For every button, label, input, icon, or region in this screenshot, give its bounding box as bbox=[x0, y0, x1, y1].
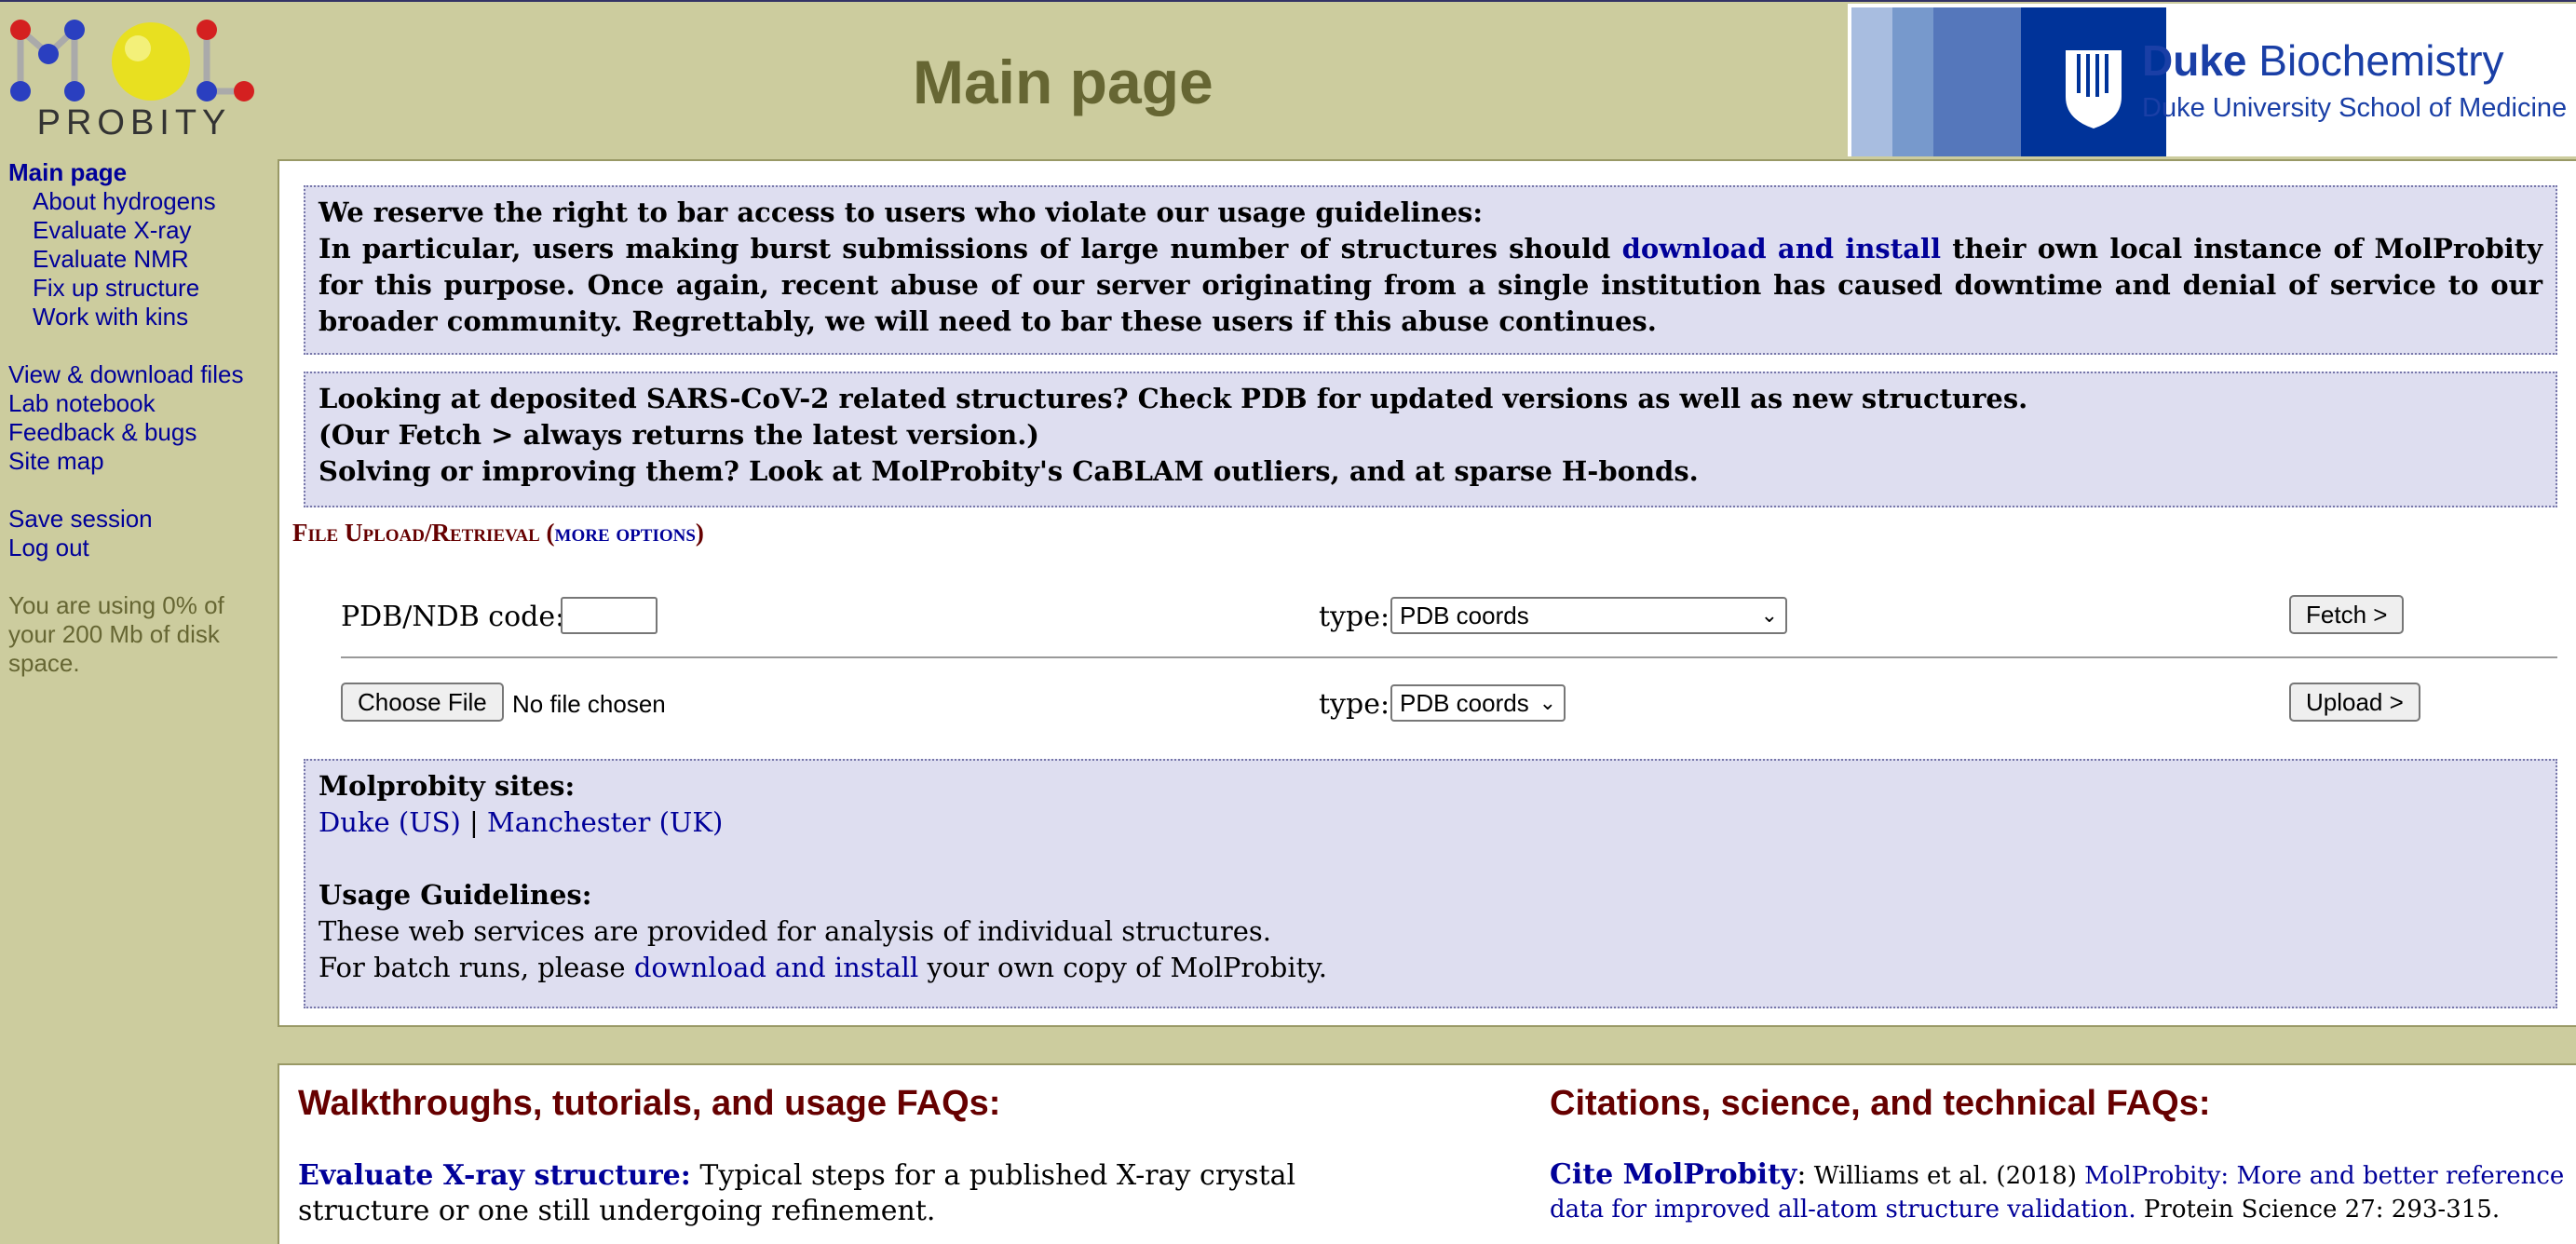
sars-line-2: (Our Fetch > always returns the latest v… bbox=[319, 419, 1040, 451]
page-title: Main page bbox=[913, 47, 1213, 116]
sidebar-item-save-session[interactable]: Save session bbox=[8, 505, 274, 534]
guidelines-text-post: your own copy of MolProbity. bbox=[927, 952, 1327, 983]
warning-download-install-link[interactable]: download and install bbox=[1622, 233, 1941, 264]
molprobity-logo: PROBITY bbox=[6, 9, 263, 142]
chevron-down-icon: ⌄ bbox=[1539, 691, 1556, 714]
form-divider bbox=[341, 656, 2557, 658]
upload-type-value: PDB coords bbox=[1400, 689, 1529, 717]
guidelines-text-pre: For batch runs, please bbox=[319, 952, 626, 983]
sidebar-item-feedback-bugs[interactable]: Feedback & bugs bbox=[8, 418, 274, 447]
warning-text-pre: In particular, users making burst submis… bbox=[319, 233, 1611, 264]
chevron-down-icon: ⌄ bbox=[1760, 603, 1778, 627]
duke-biochemistry-banner[interactable]: Duke Biochemistry Duke University School… bbox=[1848, 4, 2576, 156]
svg-text:PROBITY: PROBITY bbox=[37, 103, 232, 142]
usage-warning-notice: We reserve the right to bar access to us… bbox=[304, 185, 2557, 355]
fetch-type-label: type: bbox=[1319, 601, 1390, 633]
molprobity-logo-icon: PROBITY bbox=[10, 20, 254, 142]
duke-subtitle: Duke University School of Medicine bbox=[2142, 93, 2568, 123]
sidebar-item-lab-notebook[interactable]: Lab notebook bbox=[8, 389, 274, 418]
upload-type-label: type: bbox=[1319, 688, 1390, 721]
file-upload-heading: File Upload/Retrieval (more options) bbox=[292, 519, 704, 547]
sidebar-item-log-out[interactable]: Log out bbox=[8, 534, 274, 562]
choose-file-button[interactable]: Choose File bbox=[341, 683, 504, 722]
sidebar-item-main-page[interactable]: Main page bbox=[8, 158, 274, 187]
evaluate-xray-structure-link[interactable]: Evaluate X-ray structure: bbox=[298, 1159, 691, 1192]
site-link-duke[interactable]: Duke (US) bbox=[319, 806, 461, 838]
citation-journal: Protein Science 27: 293-315. bbox=[2143, 1196, 2501, 1224]
banner-stripe-mid bbox=[1892, 7, 1933, 156]
pdb-code-label: PDB/NDB code: bbox=[341, 601, 565, 633]
sites-title: Molprobity sites: bbox=[319, 770, 576, 802]
warning-title: We reserve the right to bar access to us… bbox=[319, 196, 1484, 228]
faq-panel: Walkthroughs, tutorials, and usage FAQs:… bbox=[278, 1063, 2576, 1244]
molprobity-sites-notice: Molprobity sites: Duke (US) | Manchester… bbox=[304, 759, 2557, 1008]
usage-guidelines-line-1: These web services are provided for anal… bbox=[319, 915, 1271, 947]
file-upload-heading-text: File Upload/Retrieval bbox=[292, 519, 540, 547]
sidebar-item-fix-up-structure[interactable]: Fix up structure bbox=[8, 274, 274, 303]
sidebar-item-site-map[interactable]: Site map bbox=[8, 447, 274, 476]
duke-brand-name: Duke Biochemistry bbox=[2142, 36, 2504, 85]
fetch-row: PDB/NDB code: type: PDB coords ⌄ Fetch > bbox=[341, 589, 2557, 645]
sidebar-nav: Main page About hydrogens Evaluate X-ray… bbox=[8, 158, 274, 678]
walkthroughs-heading: Walkthroughs, tutorials, and usage FAQs: bbox=[298, 1084, 1001, 1123]
cite-molprobity-link[interactable]: Cite MolProbity bbox=[1550, 1158, 1796, 1191]
sidebar-item-evaluate-xray[interactable]: Evaluate X-ray bbox=[8, 216, 274, 245]
upload-row: Choose File No file chosen type: PDB coo… bbox=[341, 677, 2557, 733]
top-border-line bbox=[0, 0, 2576, 2]
sars-line-1: Looking at deposited SARS-CoV-2 related … bbox=[319, 383, 2028, 414]
fetch-button[interactable]: Fetch > bbox=[2289, 595, 2405, 634]
banner-stripe-light bbox=[1851, 7, 1892, 156]
site-link-manchester[interactable]: Manchester (UK) bbox=[487, 806, 723, 838]
banner-stripe-dark bbox=[1933, 7, 2021, 156]
site-separator: | bbox=[469, 806, 479, 838]
file-status-text: No file chosen bbox=[512, 690, 666, 718]
fetch-type-value: PDB coords bbox=[1400, 602, 1529, 629]
walkthroughs-body: Evaluate X-ray structure: Typical steps … bbox=[298, 1158, 1350, 1229]
disk-usage-text: You are using 0% of your 200 Mb of disk … bbox=[8, 591, 224, 677]
sars-line-3: Solving or improving them? Look at MolPr… bbox=[319, 455, 1699, 487]
sidebar-item-work-with-kins[interactable]: Work with kins bbox=[8, 303, 274, 331]
sidebar-item-evaluate-nmr[interactable]: Evaluate NMR bbox=[8, 245, 274, 274]
citations-heading: Citations, science, and technical FAQs: bbox=[1550, 1084, 2211, 1123]
usage-guidelines-title: Usage Guidelines: bbox=[319, 879, 592, 911]
cite-colon: : bbox=[1796, 1158, 1807, 1191]
pdb-code-input[interactable] bbox=[561, 597, 658, 634]
fetch-type-select[interactable]: PDB coords ⌄ bbox=[1390, 597, 1787, 634]
citation-authors: Williams et al. (2018) bbox=[1813, 1162, 2077, 1190]
sidebar-item-about-hydrogens[interactable]: About hydrogens bbox=[8, 187, 274, 216]
citations-body: Cite MolProbity: Williams et al. (2018) … bbox=[1550, 1158, 2565, 1226]
sidebar-item-view-download-files[interactable]: View & download files bbox=[8, 360, 274, 389]
main-panel: We reserve the right to bar access to us… bbox=[278, 159, 2576, 1027]
more-options-link[interactable]: more options bbox=[555, 519, 696, 547]
guidelines-download-install-link[interactable]: download and install bbox=[634, 952, 918, 983]
sars-cov-2-notice: Looking at deposited SARS-CoV-2 related … bbox=[304, 372, 2557, 507]
upload-type-select[interactable]: PDB coords ⌄ bbox=[1390, 684, 1566, 722]
upload-button[interactable]: Upload > bbox=[2289, 683, 2420, 722]
